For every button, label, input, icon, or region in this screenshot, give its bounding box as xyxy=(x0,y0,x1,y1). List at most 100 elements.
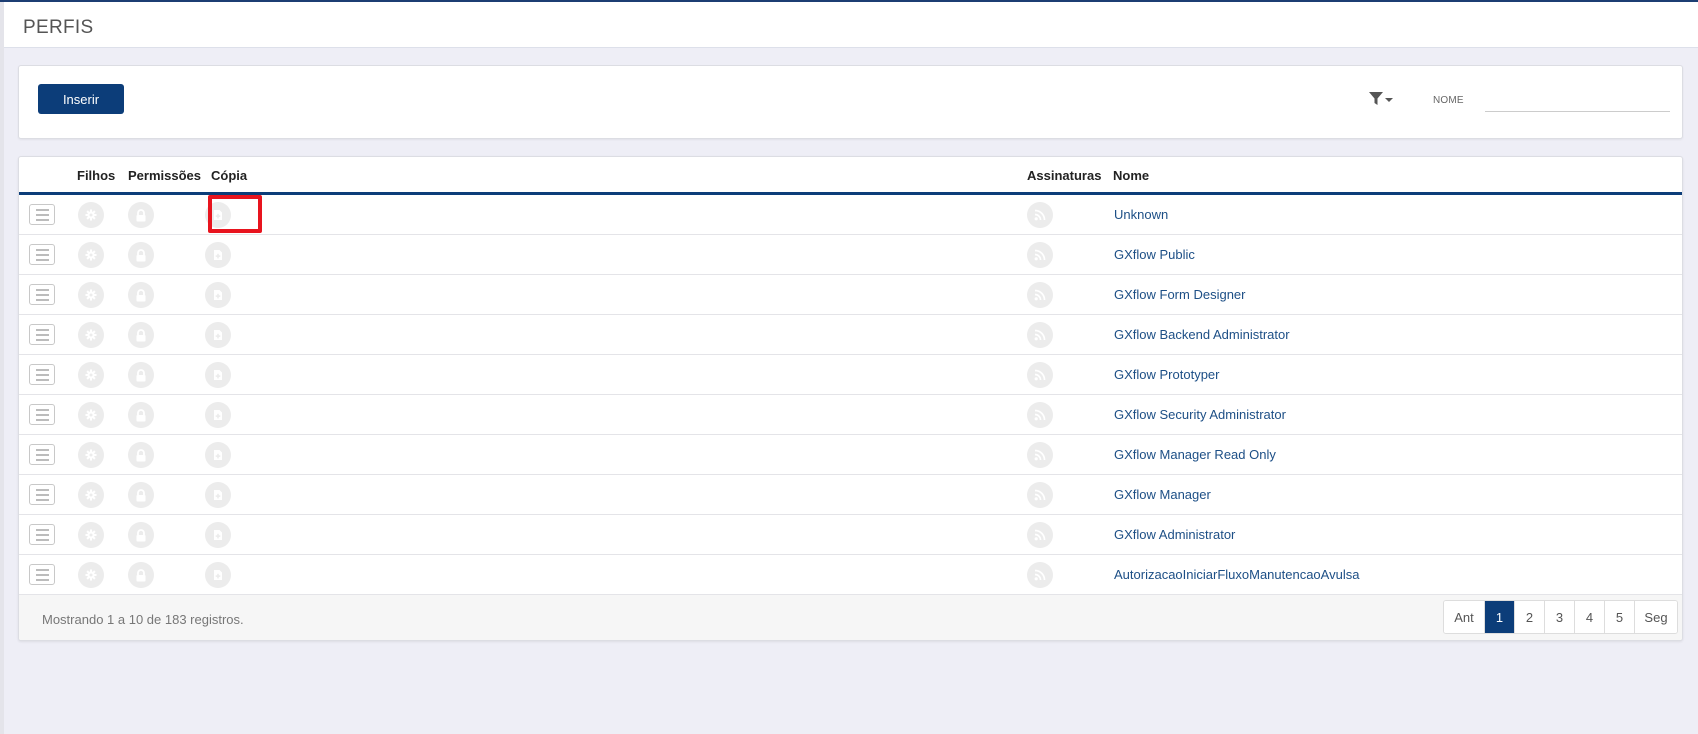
table-row: AutorizacaoIniciarFluxoManutencaoAvulsa xyxy=(19,555,1682,595)
lock-icon xyxy=(136,208,146,221)
permissoes-button[interactable] xyxy=(128,322,154,348)
filter-dropdown-button[interactable] xyxy=(1369,88,1397,110)
lock-icon xyxy=(136,288,146,301)
filhos-button[interactable] xyxy=(78,202,104,228)
assinaturas-button[interactable] xyxy=(1027,402,1053,428)
copy-icon xyxy=(214,530,222,540)
row-menu-button[interactable] xyxy=(29,484,55,505)
profile-name-link[interactable]: GXflow Prototyper xyxy=(1114,367,1220,382)
pagination-page-button[interactable]: 5 xyxy=(1604,601,1634,633)
table-row: GXflow Security Administrator xyxy=(19,395,1682,435)
assinaturas-button[interactable] xyxy=(1027,562,1053,588)
permissoes-button[interactable] xyxy=(128,242,154,268)
copia-button[interactable] xyxy=(205,562,231,588)
permissoes-button[interactable] xyxy=(128,402,154,428)
pagination-page-button[interactable]: 2 xyxy=(1514,601,1544,633)
rss-icon xyxy=(1034,369,1046,381)
profile-name-link[interactable]: GXflow Form Designer xyxy=(1114,287,1245,302)
row-menu-button[interactable] xyxy=(29,444,55,465)
copia-button[interactable] xyxy=(205,322,231,348)
copy-icon xyxy=(214,330,222,340)
copia-button[interactable] xyxy=(205,482,231,508)
profile-name-link[interactable]: GXflow Public xyxy=(1114,247,1195,262)
row-menu-button[interactable] xyxy=(29,204,55,225)
filhos-button[interactable] xyxy=(78,362,104,388)
highlight-box xyxy=(208,195,262,233)
list-icon xyxy=(35,448,49,461)
table-row: GXflow Public xyxy=(19,235,1682,275)
filhos-button[interactable] xyxy=(78,562,104,588)
assinaturas-button[interactable] xyxy=(1027,482,1053,508)
copia-button[interactable] xyxy=(205,402,231,428)
assinaturas-button[interactable] xyxy=(1027,522,1053,548)
profile-name-link[interactable]: GXflow Manager Read Only xyxy=(1114,447,1276,462)
grid-header: Filhos Permissões Cópia Assinaturas Nome xyxy=(19,157,1682,195)
copia-button[interactable] xyxy=(205,242,231,268)
assinaturas-button[interactable] xyxy=(1027,242,1053,268)
pagination-prev-button[interactable]: Ant xyxy=(1444,601,1484,633)
copy-icon xyxy=(214,410,222,420)
gear-icon xyxy=(85,369,97,381)
permissoes-button[interactable] xyxy=(128,562,154,588)
profile-name-link[interactable]: GXflow Backend Administrator xyxy=(1114,327,1290,342)
pagination-page-button[interactable]: 1 xyxy=(1484,601,1514,633)
lock-icon xyxy=(136,328,146,341)
copy-icon xyxy=(214,370,222,380)
row-menu-button[interactable] xyxy=(29,244,55,265)
gear-icon xyxy=(85,489,97,501)
assinaturas-button[interactable] xyxy=(1027,202,1053,228)
name-filter-input[interactable] xyxy=(1485,84,1670,112)
gear-icon xyxy=(85,249,97,261)
permissoes-button[interactable] xyxy=(128,442,154,468)
caret-down-icon xyxy=(1385,98,1393,102)
copia-button[interactable] xyxy=(205,282,231,308)
toolbar-card: Inserir NOME xyxy=(18,65,1683,139)
lock-icon xyxy=(136,528,146,541)
left-edge xyxy=(0,2,4,734)
row-menu-button[interactable] xyxy=(29,404,55,425)
list-icon xyxy=(35,408,49,421)
profile-name-link[interactable]: Unknown xyxy=(1114,207,1168,222)
lock-icon xyxy=(136,568,146,581)
copia-button[interactable] xyxy=(205,442,231,468)
permissoes-button[interactable] xyxy=(128,482,154,508)
filhos-button[interactable] xyxy=(78,402,104,428)
row-menu-button[interactable] xyxy=(29,324,55,345)
filhos-button[interactable] xyxy=(78,442,104,468)
filhos-button[interactable] xyxy=(78,522,104,548)
insert-button[interactable]: Inserir xyxy=(38,84,124,114)
profile-name-link[interactable]: AutorizacaoIniciarFluxoManutencaoAvulsa xyxy=(1114,567,1359,582)
permissoes-button[interactable] xyxy=(128,202,154,228)
profile-name-link[interactable]: GXflow Administrator xyxy=(1114,527,1235,542)
copia-button[interactable] xyxy=(205,522,231,548)
pagination-next-button[interactable]: Seg xyxy=(1634,601,1677,633)
profile-name-link[interactable]: GXflow Security Administrator xyxy=(1114,407,1286,422)
gear-icon xyxy=(85,209,97,221)
column-header-filhos: Filhos xyxy=(77,168,116,183)
assinaturas-button[interactable] xyxy=(1027,362,1053,388)
filhos-button[interactable] xyxy=(78,242,104,268)
profile-name-link[interactable]: GXflow Manager xyxy=(1114,487,1211,502)
row-menu-button[interactable] xyxy=(29,524,55,545)
assinaturas-button[interactable] xyxy=(1027,282,1053,308)
pagination-page-button[interactable]: 3 xyxy=(1544,601,1574,633)
filhos-button[interactable] xyxy=(78,322,104,348)
rss-icon xyxy=(1034,489,1046,501)
table-row: GXflow Prototyper xyxy=(19,355,1682,395)
permissoes-button[interactable] xyxy=(128,362,154,388)
assinaturas-button[interactable] xyxy=(1027,442,1053,468)
row-menu-button[interactable] xyxy=(29,364,55,385)
copy-icon xyxy=(214,490,222,500)
permissoes-button[interactable] xyxy=(128,522,154,548)
assinaturas-button[interactable] xyxy=(1027,322,1053,348)
permissoes-button[interactable] xyxy=(128,282,154,308)
row-menu-button[interactable] xyxy=(29,284,55,305)
filhos-button[interactable] xyxy=(78,282,104,308)
row-menu-button[interactable] xyxy=(29,564,55,585)
lock-icon xyxy=(136,248,146,261)
list-icon xyxy=(35,528,49,541)
lock-icon xyxy=(136,488,146,501)
filhos-button[interactable] xyxy=(78,482,104,508)
copia-button[interactable] xyxy=(205,362,231,388)
pagination-page-button[interactable]: 4 xyxy=(1574,601,1604,633)
